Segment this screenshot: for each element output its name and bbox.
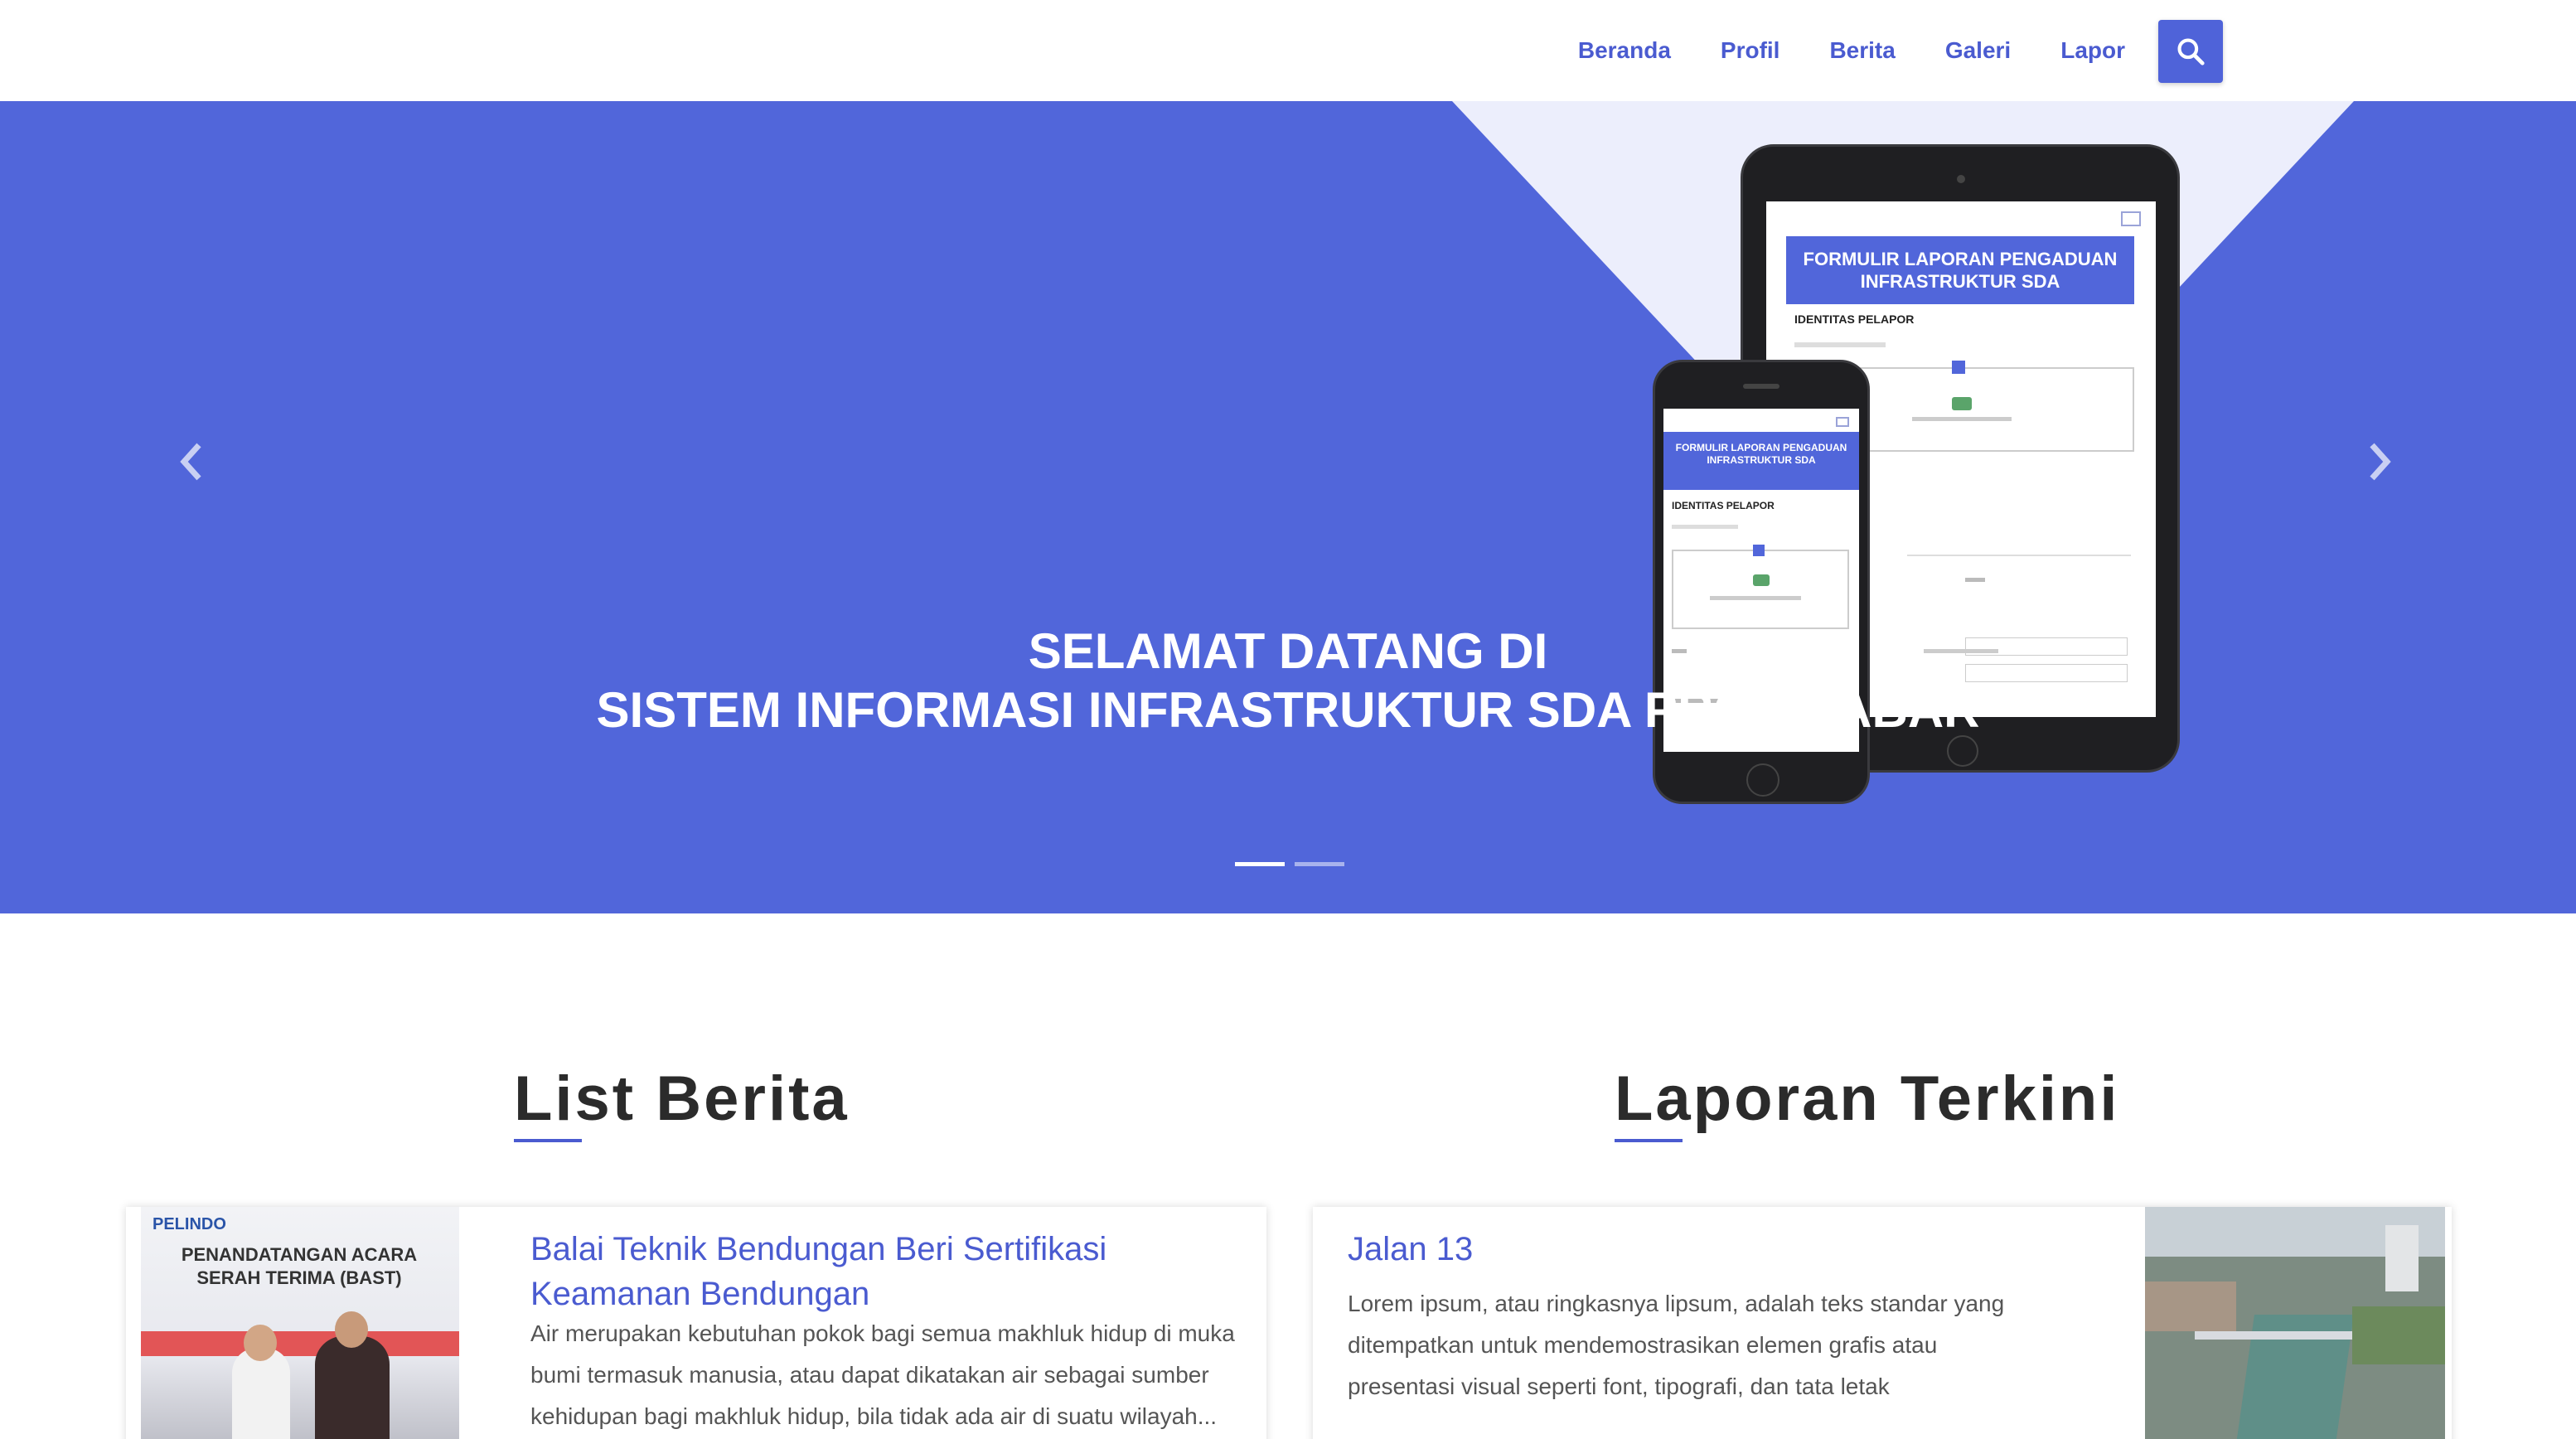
hero-title-line-2: SISTEM INFORMASI INFRASTRUKTUR SDA PROV.… [596, 682, 1980, 738]
nav-lapor[interactable]: Lapor [2060, 37, 2125, 64]
carousel-indicator-1[interactable] [1235, 862, 1285, 866]
report-card[interactable]: Jalan 13 Lorem ipsum, atau ringkasnya li… [1313, 1207, 2452, 1439]
report-title-link[interactable]: Jalan 13 [1348, 1227, 1473, 1272]
reports-title-underline [1615, 1139, 1683, 1142]
top-navbar: Beranda Profil Berita Galeri Lapor [0, 0, 2576, 101]
phone-form-section: IDENTITAS PELAPOR [1672, 500, 1775, 511]
news-title-link[interactable]: Balai Teknik Bendungan Beri Sertifikasi … [530, 1227, 1243, 1316]
nav-berita[interactable]: Berita [1829, 37, 1895, 64]
tablet-form-title: FORMULIR LAPORAN PENGADUAN INFRASTRUKTUR… [1786, 236, 2134, 304]
hero-carousel: FORMULIR LAPORAN PENGADUAN INFRASTRUKTUR… [0, 101, 2576, 913]
news-excerpt: Air merupakan kebutuhan pokok bagi semua… [530, 1320, 1235, 1429]
chevron-right-icon [2370, 443, 2391, 481]
carousel-indicator-2[interactable] [1295, 862, 1344, 866]
hero-title-line-1: SELAMAT DATANG DI [1028, 623, 1548, 679]
search-icon [2177, 38, 2205, 65]
news-section-title: List Berita [514, 1064, 850, 1134]
phone-form-title: FORMULIR LAPORAN PENGADUAN INFRASTRUKTUR… [1663, 432, 1859, 490]
reports-section-title: Laporan Terkini [1615, 1064, 2120, 1134]
nav-profil[interactable]: Profil [1721, 37, 1780, 64]
search-button[interactable] [2158, 20, 2223, 83]
news-title-underline [514, 1139, 582, 1142]
news-card[interactable]: PELINDO PENANDATANGAN ACARA SERAH TERIMA… [126, 1207, 1266, 1439]
report-description: Lorem ipsum, atau ringkasnya lipsum, ada… [1348, 1291, 2005, 1399]
nav-galeri[interactable]: Galeri [1945, 37, 2011, 64]
chevron-left-icon [180, 443, 201, 481]
carousel-prev-button[interactable] [174, 437, 207, 487]
carousel-next-button[interactable] [2364, 437, 2397, 487]
report-image[interactable] [2145, 1207, 2445, 1439]
news-image[interactable]: PELINDO PENANDATANGAN ACARA SERAH TERIMA… [141, 1207, 459, 1439]
main-nav: Beranda Profil Berita Galeri Lapor [1528, 0, 2125, 101]
tablet-form-section: IDENTITAS PELAPOR [1794, 313, 1915, 326]
nav-beranda[interactable]: Beranda [1578, 37, 1671, 64]
news-image-caption: PENANDATANGAN ACARA SERAH TERIMA (BAST) [181, 1244, 418, 1288]
